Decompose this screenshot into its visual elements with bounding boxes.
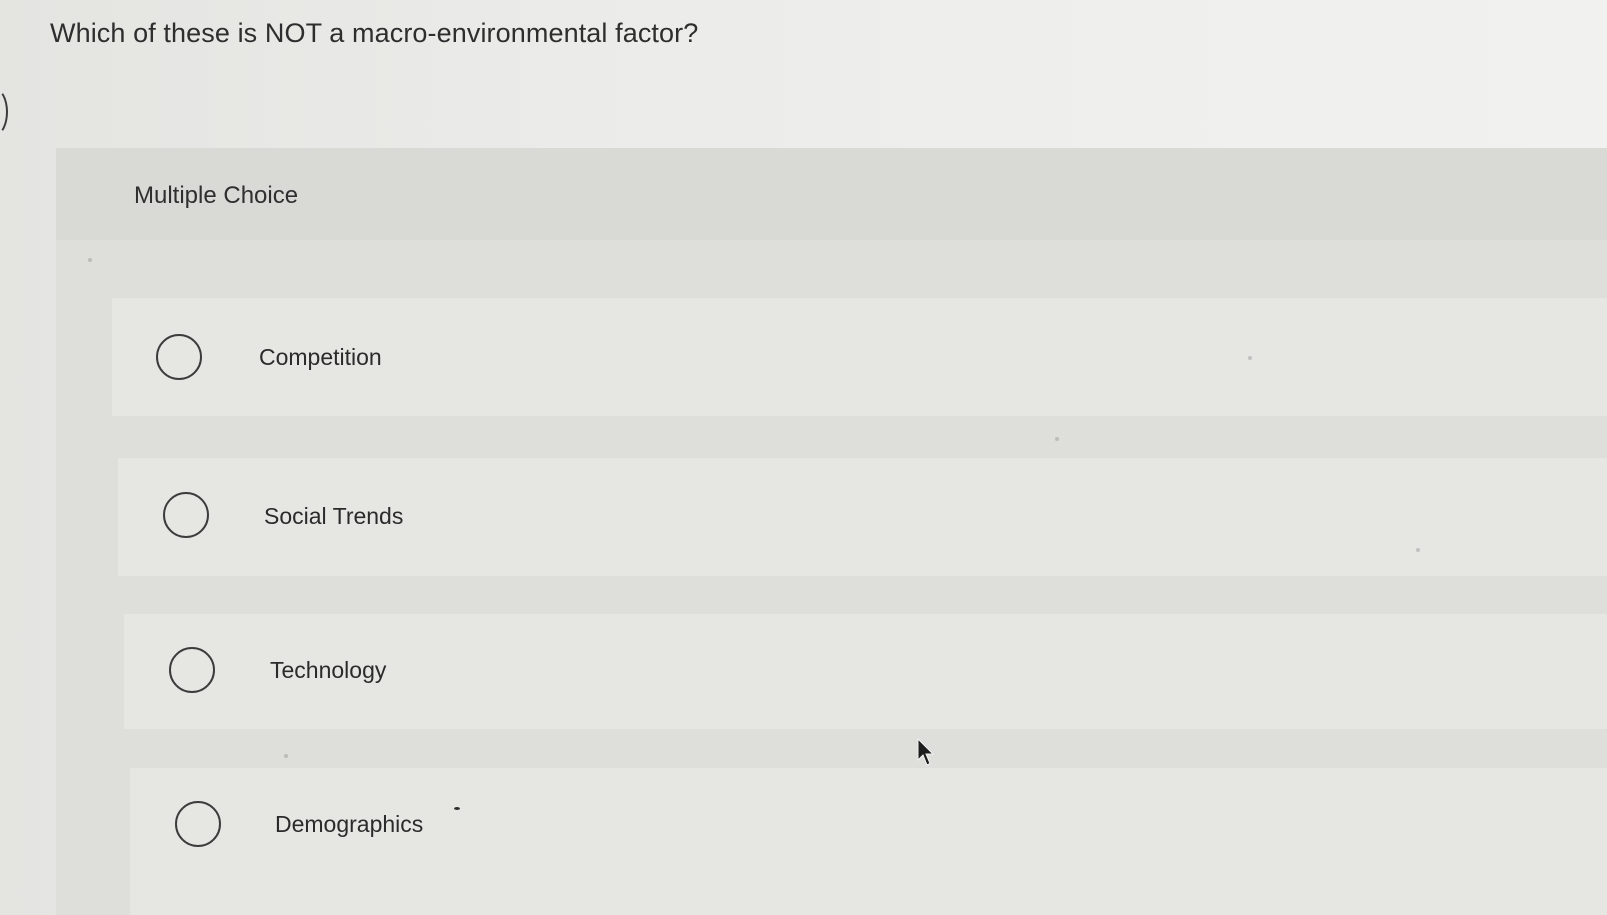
dust-speck bbox=[1055, 437, 1059, 441]
choice-technology[interactable]: Technology bbox=[124, 614, 1607, 729]
choice-label: Social Trends bbox=[264, 503, 404, 529]
dust-speck bbox=[284, 754, 288, 758]
panel-header: Multiple Choice bbox=[56, 148, 1607, 240]
answer-panel: Multiple Choice Competition Social Trend… bbox=[56, 148, 1607, 915]
radio-empty-icon[interactable] bbox=[163, 492, 209, 538]
dust-speck bbox=[1248, 356, 1252, 360]
choice-demographics[interactable]: Demographics bbox=[130, 768, 1607, 915]
dust-speck bbox=[88, 258, 92, 262]
radio-empty-icon[interactable] bbox=[169, 647, 215, 693]
radio-empty-icon[interactable] bbox=[175, 801, 221, 847]
quiz-page: Which of these is NOT a macro-environmen… bbox=[0, 0, 1607, 915]
radio-empty-icon[interactable] bbox=[156, 334, 202, 380]
question-type-label: Multiple Choice bbox=[134, 182, 299, 209]
window-edge-mark bbox=[0, 88, 8, 136]
choice-competition[interactable]: Competition bbox=[112, 298, 1607, 416]
choice-label: Technology bbox=[270, 657, 387, 683]
dust-speck bbox=[1416, 548, 1420, 552]
mouse-pointer-icon bbox=[917, 738, 935, 766]
choice-label: Competition bbox=[259, 344, 382, 370]
choice-label: Demographics bbox=[275, 811, 424, 837]
choice-social-trends[interactable]: Social Trends bbox=[118, 458, 1607, 576]
dust-speck bbox=[454, 807, 460, 810]
question-text: Which of these is NOT a macro-environmen… bbox=[50, 18, 699, 48]
